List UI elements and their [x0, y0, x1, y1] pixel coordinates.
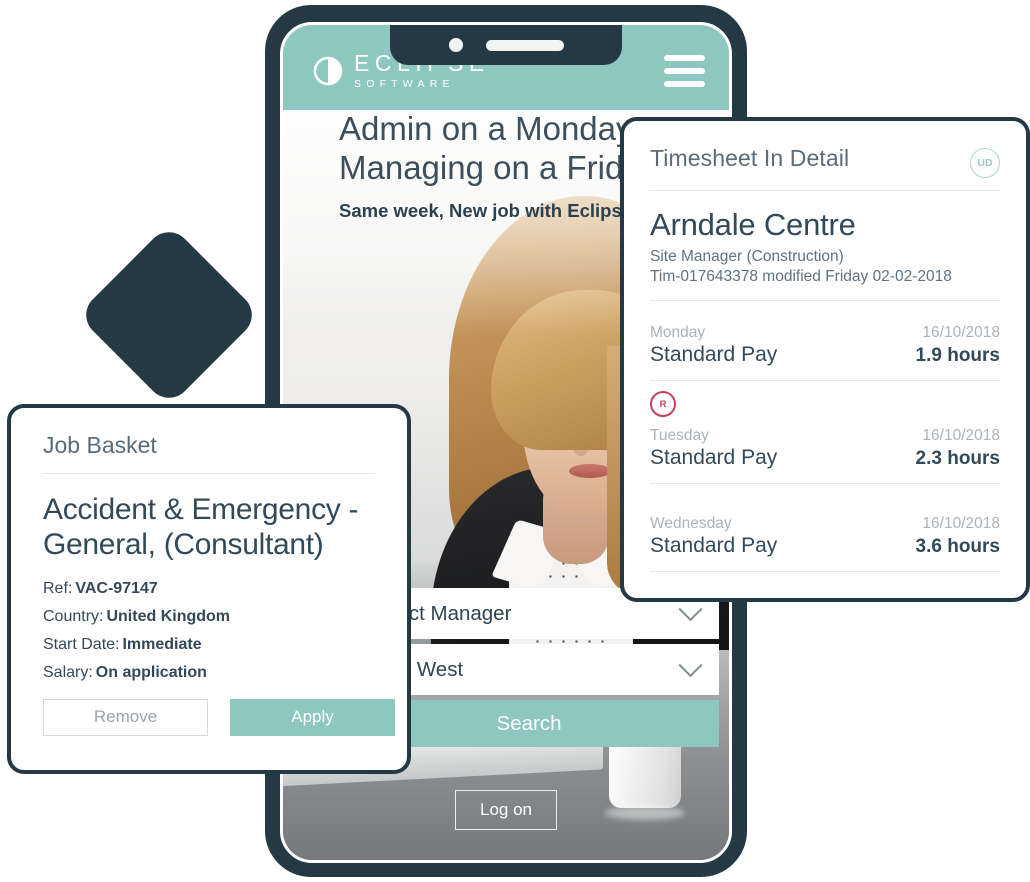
timesheet-card-header: Timesheet In Detail UD — [650, 145, 1000, 178]
hamburger-bar-3 — [664, 80, 705, 87]
timesheet-row-date: 16/10/2018 — [922, 324, 1000, 341]
timesheet-row-hours: 2.3 hours — [915, 448, 1000, 469]
earpiece-speaker — [485, 39, 564, 51]
job-detail-ref-value: VAC-97147 — [75, 579, 158, 597]
hamburger-bar-1 — [664, 54, 705, 61]
timesheet-row-day: Monday — [650, 324, 706, 341]
user-avatar[interactable]: UD — [970, 148, 1000, 178]
timesheet-rows: Monday 16/10/2018 Standard Pay 1.9 hours… — [650, 312, 1000, 572]
job-basket-details: Ref: VAC-97147 Country: United Kingdom Sta… — [43, 580, 375, 682]
divider — [43, 473, 375, 474]
job-detail-salary-value: On application — [95, 663, 207, 681]
job-detail-country: Country: United Kingdom — [43, 608, 375, 626]
table-row[interactable]: Wednesday 16/10/2018 Standard Pay 3.6 ho… — [650, 484, 1000, 572]
job-detail-start-date-value: Immediate — [122, 635, 202, 653]
screenshot-stage: ECLIPSE SOFTWARE — [0, 0, 1030, 882]
job-detail-ref: Ref: VAC-97147 — [43, 580, 375, 598]
job-detail-start-date: Start Date: Immediate — [43, 636, 375, 654]
timesheet-row-bottom-line: Standard Pay 1.9 hours — [650, 342, 1000, 367]
hamburger-bar-2 — [664, 67, 705, 74]
timesheet-row-top-line: Tuesday 16/10/2018 — [650, 427, 1000, 445]
job-basket-job-title: Accident & Emergency - General, (Consult… — [43, 492, 375, 563]
timesheet-card-title: Timesheet In Detail — [650, 145, 850, 171]
timesheet-detail-card: Timesheet In Detail UD Arndale Centre Si… — [620, 117, 1030, 602]
timesheet-row-bottom-line: Standard Pay 2.3 hours — [650, 445, 1000, 470]
timesheet-row-top-line: Monday 16/10/2018 — [650, 324, 1000, 342]
divider — [650, 190, 1000, 191]
phone-notch — [390, 25, 622, 65]
job-detail-salary: Salary: On application — [43, 664, 375, 682]
remove-button[interactable]: Remove — [43, 698, 208, 736]
timesheet-row-pay-type: Standard Pay — [650, 446, 778, 469]
decorative-diamond-shape — [77, 223, 261, 407]
table-row[interactable]: R Tuesday 16/10/2018 Standard Pay 2.3 ho… — [650, 381, 1000, 484]
job-detail-start-date-label: Start Date: — [43, 635, 120, 653]
timesheet-site-name: Arndale Centre — [650, 207, 856, 242]
apply-button[interactable]: Apply — [230, 698, 395, 736]
table-row[interactable]: Monday 16/10/2018 Standard Pay 1.9 hours — [650, 312, 1000, 381]
timesheet-row-pay-type: Standard Pay — [650, 343, 778, 366]
timesheet-row-pay-type: Standard Pay — [650, 534, 778, 557]
job-title-line-2: General, (Consultant) — [43, 528, 324, 562]
timesheet-reference-and-modified: Tim-017643378 modified Friday 02-02-2018 — [650, 268, 952, 285]
timesheet-row-day: Tuesday — [650, 427, 709, 444]
logo-secondary-text: SOFTWARE — [354, 78, 455, 91]
job-title-line-1: Accident & Emergency - — [43, 493, 359, 526]
timesheet-row-date: 16/10/2018 — [922, 427, 1000, 444]
timesheet-row-hours: 3.6 hours — [915, 536, 1000, 557]
timesheet-row-bottom-line: Standard Pay 3.6 hours — [650, 533, 1000, 558]
job-basket-title: Job Basket — [43, 432, 157, 458]
job-detail-country-label: Country: — [43, 607, 104, 625]
job-detail-salary-label: Salary: — [43, 663, 93, 681]
chevron-down-icon — [678, 653, 703, 678]
job-basket-actions: Remove Apply — [43, 698, 395, 736]
timesheet-row-day: Wednesday — [650, 515, 732, 532]
job-detail-country-value: United Kingdom — [106, 607, 231, 625]
eclipse-mark-icon — [313, 56, 343, 86]
job-detail-ref-label: Ref: — [43, 579, 73, 597]
lips — [569, 464, 611, 478]
hamburger-menu-icon[interactable] — [664, 54, 705, 87]
timesheet-row-date: 16/10/2018 — [922, 515, 1000, 532]
job-basket-card: Job Basket Accident & Emergency - Genera… — [7, 404, 411, 774]
front-camera-icon — [448, 38, 463, 52]
log-on-button[interactable]: Log on — [455, 790, 557, 830]
timesheet-row-hours: 1.9 hours — [915, 345, 1000, 366]
divider — [650, 300, 1000, 301]
timesheet-role: Site Manager (Construction) — [650, 248, 844, 265]
timesheet-row-top-line: Wednesday 16/10/2018 — [650, 515, 1000, 533]
rejected-status-badge-icon: R — [650, 391, 676, 417]
